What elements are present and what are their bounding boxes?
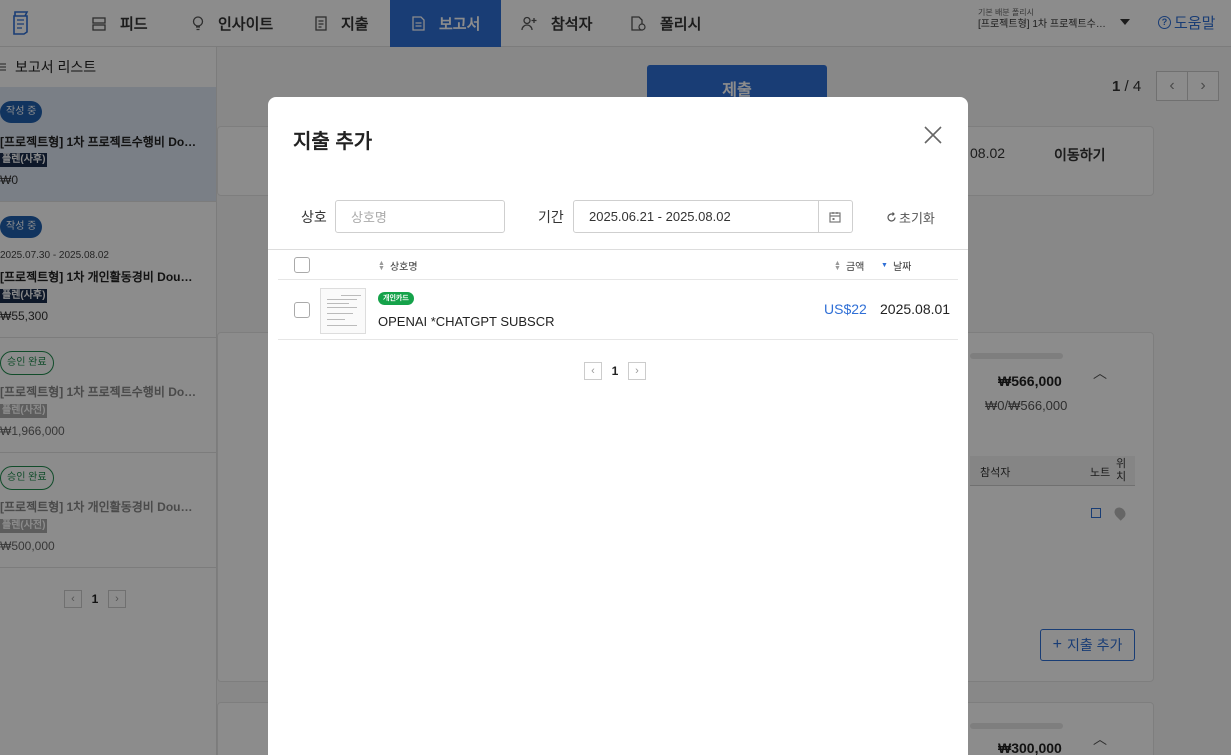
col-amount-label: 금액 — [845, 262, 865, 273]
col-date[interactable]: ▼ 날짜 — [881, 258, 911, 273]
reset-label: 초기화 — [899, 211, 935, 226]
add-expense-modal: 지출 추가 상호 상호명 기간 2025.06.21 - 2025.08.02 … — [268, 97, 968, 755]
receipt-thumbnail[interactable] — [320, 288, 366, 334]
next-page-button[interactable]: › — [628, 362, 646, 380]
merchant-name: OPENAI *CHATGPT SUBSCR — [378, 314, 555, 329]
col-date-label: 날짜 — [892, 262, 912, 273]
close-icon[interactable] — [923, 125, 943, 145]
col-amount[interactable]: ▲ ▼ 금액 — [834, 258, 865, 274]
prev-page-button[interactable]: ‹ — [584, 362, 602, 380]
card-type-badge: 개인카드 — [378, 292, 414, 305]
merchant-input[interactable]: 상호명 — [335, 200, 505, 233]
refresh-icon — [886, 212, 897, 223]
period-input[interactable]: 2025.06.21 - 2025.08.02 — [573, 200, 819, 233]
modal-pagination: ‹ 1 › — [584, 362, 646, 380]
sort-desc-icon: ▼ — [881, 262, 888, 269]
sort-icon: ▲ ▼ — [378, 259, 385, 272]
sort-icon: ▲ ▼ — [834, 259, 841, 272]
expense-table-header: ▲ ▼ 상호명 ▲ ▼ 금액 ▼ 날짜 — [268, 249, 968, 279]
row-checkbox[interactable] — [294, 302, 310, 318]
calendar-icon[interactable] — [818, 200, 853, 233]
reset-button[interactable]: 초기화 — [886, 208, 935, 227]
page-number[interactable]: 1 — [602, 364, 628, 378]
period-label: 기간 — [538, 209, 564, 225]
col-merchant[interactable]: ▲ ▼ 상호명 — [378, 258, 418, 274]
expense-date: 2025.08.01 — [880, 301, 951, 317]
expense-amount: US$22 — [824, 301, 867, 317]
modal-title: 지출 추가 — [293, 131, 373, 153]
merchant-label: 상호 — [301, 209, 327, 225]
table-row[interactable]: 개인카드 OPENAI *CHATGPT SUBSCR US$22 2025.0… — [278, 279, 958, 340]
col-merchant-label: 상호명 — [389, 262, 418, 273]
select-all-checkbox[interactable] — [294, 257, 310, 273]
